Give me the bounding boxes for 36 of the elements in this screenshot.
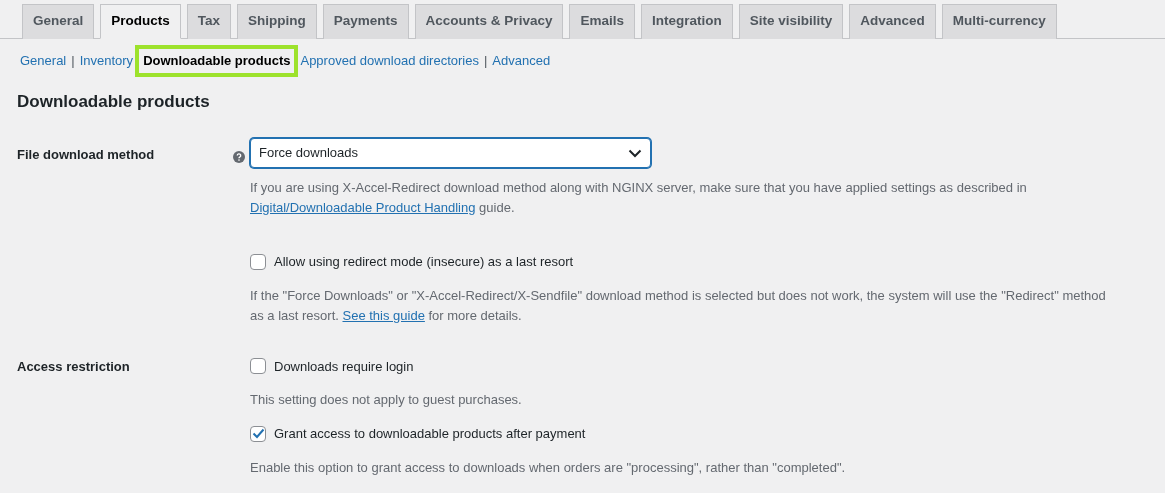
checkbox-label: Downloads require login [274, 357, 414, 376]
checkbox-label: Grant access to downloadable products after payment [274, 425, 586, 443]
setting-label: File download method [17, 147, 155, 162]
settings-tab[interactable]: Payments [322, 4, 409, 39]
guide-link[interactable]: Digital/Downloadable Product Handling [250, 200, 476, 215]
checkbox[interactable] [250, 358, 266, 375]
description-text: If the "Force Downloads" or "X-Accel-Redirect/X-Sendfile" download method is selected but does not work, the system will use the "Redirect" method as a last resort. See this guide for more details. [250, 286, 1107, 325]
separator-text: | [71, 52, 75, 70]
guide-link[interactable]: See this guide [342, 307, 425, 323]
setting-label: Access restriction [17, 358, 130, 374]
checkbox[interactable] [250, 253, 266, 270]
description-text: This setting does not apply to guest purchases. [250, 391, 523, 409]
section-link[interactable]: Approved download directories [298, 48, 481, 74]
section-link[interactable]: Advanced [490, 48, 553, 74]
settings-tab[interactable]: Accounts & Privacy [414, 4, 564, 39]
checkbox-label: Allow using redirect mode (insecure) as a last resort [274, 253, 574, 271]
settings-tab[interactable]: Emails [569, 4, 635, 39]
settings-tab[interactable]: Shipping [237, 4, 317, 39]
section-title: Downloadable products [17, 90, 211, 113]
settings-tab[interactable]: Integration [640, 4, 733, 39]
separator-text: | [483, 52, 488, 70]
checkbox[interactable] [250, 425, 266, 442]
section-link[interactable]: General [18, 48, 69, 74]
description-text: Enable this option to grant access to downloads when orders are "processing", rather than "completed". [250, 458, 847, 477]
chevron-down-icon [628, 148, 642, 158]
section-link[interactable]: Downloadable products [135, 45, 299, 77]
download-method-select[interactable]: Force downloads [250, 138, 651, 168]
settings-tab[interactable]: General [22, 4, 95, 39]
settings-tab[interactable]: Multi-currency [941, 4, 1057, 39]
section-link[interactable]: Inventory [77, 48, 136, 74]
settings-tab[interactable]: Tax [186, 4, 232, 39]
settings-tab[interactable]: Products [100, 4, 181, 39]
description-text: If you are using X-Accel-Redirect download method along with NGINX server, make sure that you have applied settings as described in Digital/Downloadable Product Handling guide. [250, 179, 1028, 217]
settings-tab[interactable]: Advanced [849, 4, 936, 39]
help-icon[interactable] [233, 150, 245, 163]
settings-tab[interactable]: Site visibility [738, 4, 844, 39]
